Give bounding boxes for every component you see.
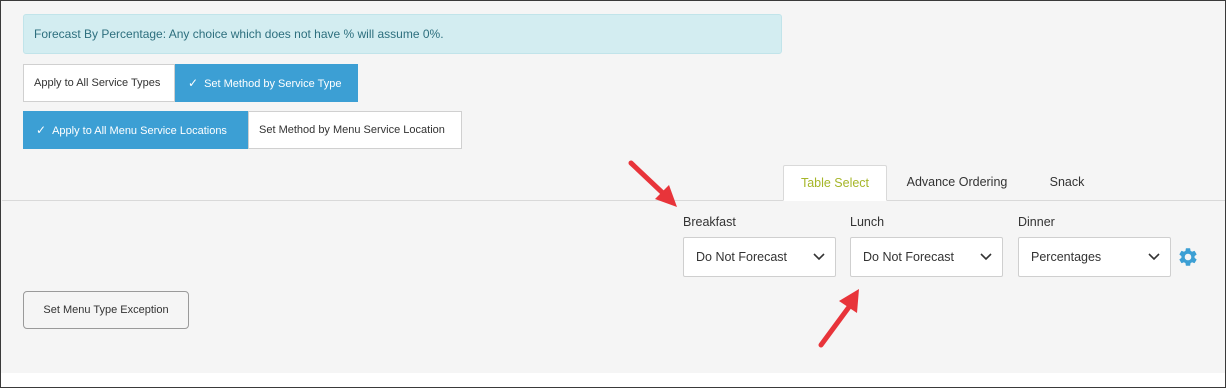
set-menu-type-exception-button[interactable]: Set Menu Type Exception (23, 291, 189, 329)
arrow-icon (818, 289, 859, 348)
chevron-down-icon (813, 253, 825, 261)
apply-all-service-types-button[interactable]: Apply to All Service Types (23, 64, 175, 102)
bottom-strip (1, 373, 1225, 387)
tab-advance-ordering[interactable]: Advance Ordering (893, 165, 1021, 201)
lunch-select[interactable]: Do Not Forecast (850, 237, 1003, 277)
dinner-select[interactable]: Percentages (1018, 237, 1171, 277)
check-icon: ✓ (188, 76, 199, 90)
arrow-icon (628, 160, 677, 207)
set-method-by-location-button[interactable]: Set Method by Menu Service Location (248, 111, 462, 149)
apply-all-locations-label: Apply to All Menu Service Locations (52, 125, 227, 137)
set-method-by-service-type-label: Set Method by Service Type (204, 78, 342, 90)
apply-all-locations-button[interactable]: ✓ Apply to All Menu Service Locations (23, 111, 248, 149)
chevron-down-icon (980, 253, 992, 261)
breakfast-select-value: Do Not Forecast (696, 250, 788, 264)
app-frame: Forecast By Percentage: Any choice which… (0, 0, 1226, 388)
info-banner: Forecast By Percentage: Any choice which… (23, 14, 782, 54)
lunch-label: Lunch (850, 215, 885, 229)
dinner-label: Dinner (1018, 215, 1055, 229)
chevron-down-icon (1148, 253, 1160, 261)
set-method-by-service-type-button[interactable]: ✓ Set Method by Service Type (175, 64, 358, 102)
breakfast-select[interactable]: Do Not Forecast (683, 237, 836, 277)
tab-table-select[interactable]: Table Select (783, 165, 887, 201)
service-type-toggle: Apply to All Service Types ✓ Set Method b… (23, 64, 358, 102)
dinner-select-value: Percentages (1031, 250, 1102, 264)
tab-snack[interactable]: Snack (1031, 165, 1103, 201)
gear-icon[interactable] (1177, 246, 1199, 268)
lunch-select-value: Do Not Forecast (863, 250, 955, 264)
breakfast-label: Breakfast (683, 215, 736, 229)
check-icon: ✓ (36, 123, 47, 137)
apply-all-service-types-label: Apply to All Service Types (34, 77, 161, 89)
location-toggle: ✓ Apply to All Menu Service Locations Set… (23, 111, 462, 149)
set-method-by-location-label: Set Method by Menu Service Location (259, 124, 445, 136)
